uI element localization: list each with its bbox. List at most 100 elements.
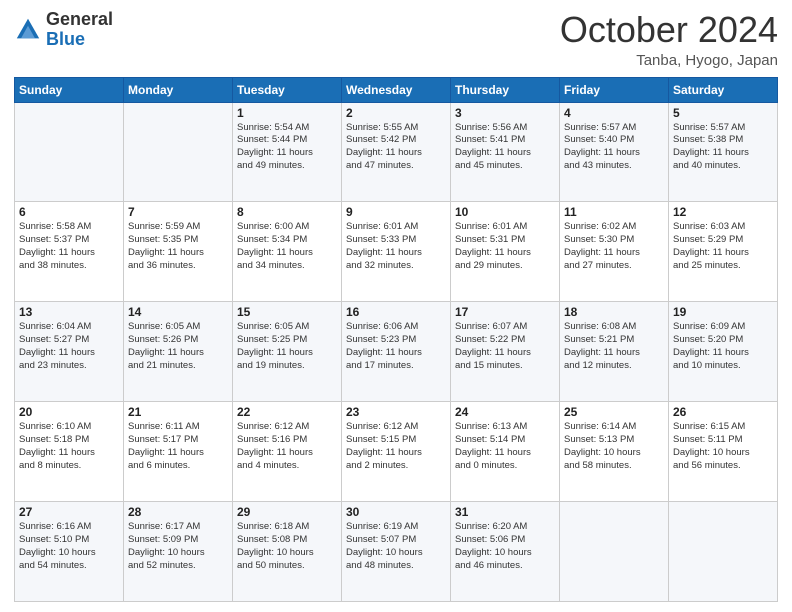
weekday-header-monday: Monday <box>124 77 233 102</box>
day-info: Sunrise: 6:20 AM Sunset: 5:06 PM Dayligh… <box>455 521 555 572</box>
calendar-cell: 18Sunrise: 6:08 AM Sunset: 5:21 PM Dayli… <box>560 302 669 402</box>
day-number: 10 <box>455 205 555 219</box>
day-number: 27 <box>19 505 119 519</box>
day-info: Sunrise: 5:57 AM Sunset: 5:38 PM Dayligh… <box>673 122 773 173</box>
calendar-cell: 12 Sunrise: 6:03 AM Sunset: 5:29 PM Dayli… <box>669 202 778 302</box>
day-number: 13 <box>19 305 119 319</box>
day-info: Sunrise: 5:54 AM Sunset: 5:44 PM Dayligh… <box>237 122 337 173</box>
day-number: 22 <box>237 405 337 419</box>
calendar-week-row: 20 Sunrise: 6:10 AM Sunset: 5:18 PM Dayli… <box>15 402 778 502</box>
day-number: 23 <box>346 405 446 419</box>
day-info: Sunrise: 6:12 AM Sunset: 5:16 PM Dayligh… <box>237 421 337 472</box>
day-info: Sunrise: 6:05 AM Sunset: 5:25 PM Dayligh… <box>237 321 337 372</box>
calendar-cell <box>669 502 778 602</box>
calendar-week-row: 1 Sunrise: 5:54 AM Sunset: 5:44 PM Daylig… <box>15 102 778 202</box>
calendar-cell: 4 Sunrise: 5:57 AM Sunset: 5:40 PM Daylig… <box>560 102 669 202</box>
calendar-cell: 9 Sunrise: 6:01 AM Sunset: 5:33 PM Daylig… <box>342 202 451 302</box>
day-info: Sunrise: 6:09 AM Sunset: 5:20 PM Dayligh… <box>673 321 773 372</box>
day-number: 31 <box>455 505 555 519</box>
calendar-week-row: 13 Sunrise: 6:04 AM Sunset: 5:27 PM Dayli… <box>15 302 778 402</box>
calendar-week-row: 6 Sunrise: 5:58 AM Sunset: 5:37 PM Daylig… <box>15 202 778 302</box>
day-info: Sunrise: 6:19 AM Sunset: 5:07 PM Dayligh… <box>346 521 446 572</box>
month-title: October 2024 <box>560 10 778 50</box>
calendar-cell: 8 Sunrise: 6:00 AM Sunset: 5:34 PM Daylig… <box>233 202 342 302</box>
calendar-cell: 16 Sunrise: 6:06 AM Sunset: 5:23 PM Dayli… <box>342 302 451 402</box>
day-number: 1 <box>237 106 337 120</box>
day-number: 17 <box>455 305 555 319</box>
logo-line1: General <box>46 10 113 30</box>
logo-line2: Blue <box>46 30 113 50</box>
day-number: 6 <box>19 205 119 219</box>
day-info: Sunrise: 6:12 AM Sunset: 5:15 PM Dayligh… <box>346 421 446 472</box>
day-number: 20 <box>19 405 119 419</box>
calendar-cell: 29Sunrise: 6:18 AM Sunset: 5:08 PM Dayli… <box>233 502 342 602</box>
day-info: Sunrise: 6:01 AM Sunset: 5:31 PM Dayligh… <box>455 221 555 272</box>
weekday-header-saturday: Saturday <box>669 77 778 102</box>
day-number: 15 <box>237 305 337 319</box>
calendar-cell: 13 Sunrise: 6:04 AM Sunset: 5:27 PM Dayli… <box>15 302 124 402</box>
day-number: 14 <box>128 305 228 319</box>
day-info: Sunrise: 6:18 AM Sunset: 5:08 PM Dayligh… <box>237 521 337 572</box>
calendar-table: SundayMondayTuesdayWednesdayThursdayFrid… <box>14 77 778 602</box>
day-number: 11 <box>564 205 664 219</box>
day-info: Sunrise: 6:10 AM Sunset: 5:18 PM Dayligh… <box>19 421 119 472</box>
day-number: 19 <box>673 305 773 319</box>
day-number: 8 <box>237 205 337 219</box>
header: General Blue October 2024 Tanba, Hyogo, … <box>14 10 778 69</box>
logo-text: General Blue <box>46 10 113 50</box>
day-info: Sunrise: 6:05 AM Sunset: 5:26 PM Dayligh… <box>128 321 228 372</box>
calendar-cell <box>15 102 124 202</box>
day-number: 2 <box>346 106 446 120</box>
day-info: Sunrise: 6:07 AM Sunset: 5:22 PM Dayligh… <box>455 321 555 372</box>
calendar-cell: 17 Sunrise: 6:07 AM Sunset: 5:22 PM Dayli… <box>451 302 560 402</box>
page: General Blue October 2024 Tanba, Hyogo, … <box>0 0 792 612</box>
logo-icon <box>14 16 42 44</box>
calendar-cell: 1 Sunrise: 5:54 AM Sunset: 5:44 PM Daylig… <box>233 102 342 202</box>
calendar-cell: 6 Sunrise: 5:58 AM Sunset: 5:37 PM Daylig… <box>15 202 124 302</box>
day-info: Sunrise: 5:57 AM Sunset: 5:40 PM Dayligh… <box>564 122 664 173</box>
location-title: Tanba, Hyogo, Japan <box>560 52 778 69</box>
day-number: 25 <box>564 405 664 419</box>
day-info: Sunrise: 5:58 AM Sunset: 5:37 PM Dayligh… <box>19 221 119 272</box>
calendar-cell: 2 Sunrise: 5:55 AM Sunset: 5:42 PM Daylig… <box>342 102 451 202</box>
calendar-cell: 23 Sunrise: 6:12 AM Sunset: 5:15 PM Dayli… <box>342 402 451 502</box>
weekday-header-wednesday: Wednesday <box>342 77 451 102</box>
logo: General Blue <box>14 10 113 50</box>
day-number: 28 <box>128 505 228 519</box>
day-info: Sunrise: 6:00 AM Sunset: 5:34 PM Dayligh… <box>237 221 337 272</box>
calendar-cell: 26 Sunrise: 6:15 AM Sunset: 5:11 PM Dayli… <box>669 402 778 502</box>
calendar-cell <box>124 102 233 202</box>
day-number: 5 <box>673 106 773 120</box>
day-info: Sunrise: 6:11 AM Sunset: 5:17 PM Dayligh… <box>128 421 228 472</box>
day-number: 4 <box>564 106 664 120</box>
calendar-cell: 14 Sunrise: 6:05 AM Sunset: 5:26 PM Dayli… <box>124 302 233 402</box>
calendar-cell: 25Sunrise: 6:14 AM Sunset: 5:13 PM Dayli… <box>560 402 669 502</box>
day-info: Sunrise: 6:15 AM Sunset: 5:11 PM Dayligh… <box>673 421 773 472</box>
weekday-header-sunday: Sunday <box>15 77 124 102</box>
day-number: 21 <box>128 405 228 419</box>
day-number: 9 <box>346 205 446 219</box>
day-number: 30 <box>346 505 446 519</box>
weekday-header-row: SundayMondayTuesdayWednesdayThursdayFrid… <box>15 77 778 102</box>
day-number: 7 <box>128 205 228 219</box>
calendar-cell: 22 Sunrise: 6:12 AM Sunset: 5:16 PM Dayli… <box>233 402 342 502</box>
day-number: 16 <box>346 305 446 319</box>
weekday-header-friday: Friday <box>560 77 669 102</box>
day-info: Sunrise: 6:04 AM Sunset: 5:27 PM Dayligh… <box>19 321 119 372</box>
title-block: October 2024 Tanba, Hyogo, Japan <box>560 10 778 69</box>
day-number: 18 <box>564 305 664 319</box>
day-info: Sunrise: 6:16 AM Sunset: 5:10 PM Dayligh… <box>19 521 119 572</box>
calendar-cell: 28Sunrise: 6:17 AM Sunset: 5:09 PM Dayli… <box>124 502 233 602</box>
weekday-header-thursday: Thursday <box>451 77 560 102</box>
day-number: 12 <box>673 205 773 219</box>
day-number: 26 <box>673 405 773 419</box>
day-info: Sunrise: 6:06 AM Sunset: 5:23 PM Dayligh… <box>346 321 446 372</box>
day-info: Sunrise: 6:03 AM Sunset: 5:29 PM Dayligh… <box>673 221 773 272</box>
day-number: 24 <box>455 405 555 419</box>
day-info: Sunrise: 5:59 AM Sunset: 5:35 PM Dayligh… <box>128 221 228 272</box>
calendar-cell: 7 Sunrise: 5:59 AM Sunset: 5:35 PM Daylig… <box>124 202 233 302</box>
calendar-week-row: 27 Sunrise: 6:16 AM Sunset: 5:10 PM Dayli… <box>15 502 778 602</box>
day-info: Sunrise: 5:55 AM Sunset: 5:42 PM Dayligh… <box>346 122 446 173</box>
calendar-cell: 19 Sunrise: 6:09 AM Sunset: 5:20 PM Dayli… <box>669 302 778 402</box>
day-info: Sunrise: 6:01 AM Sunset: 5:33 PM Dayligh… <box>346 221 446 272</box>
